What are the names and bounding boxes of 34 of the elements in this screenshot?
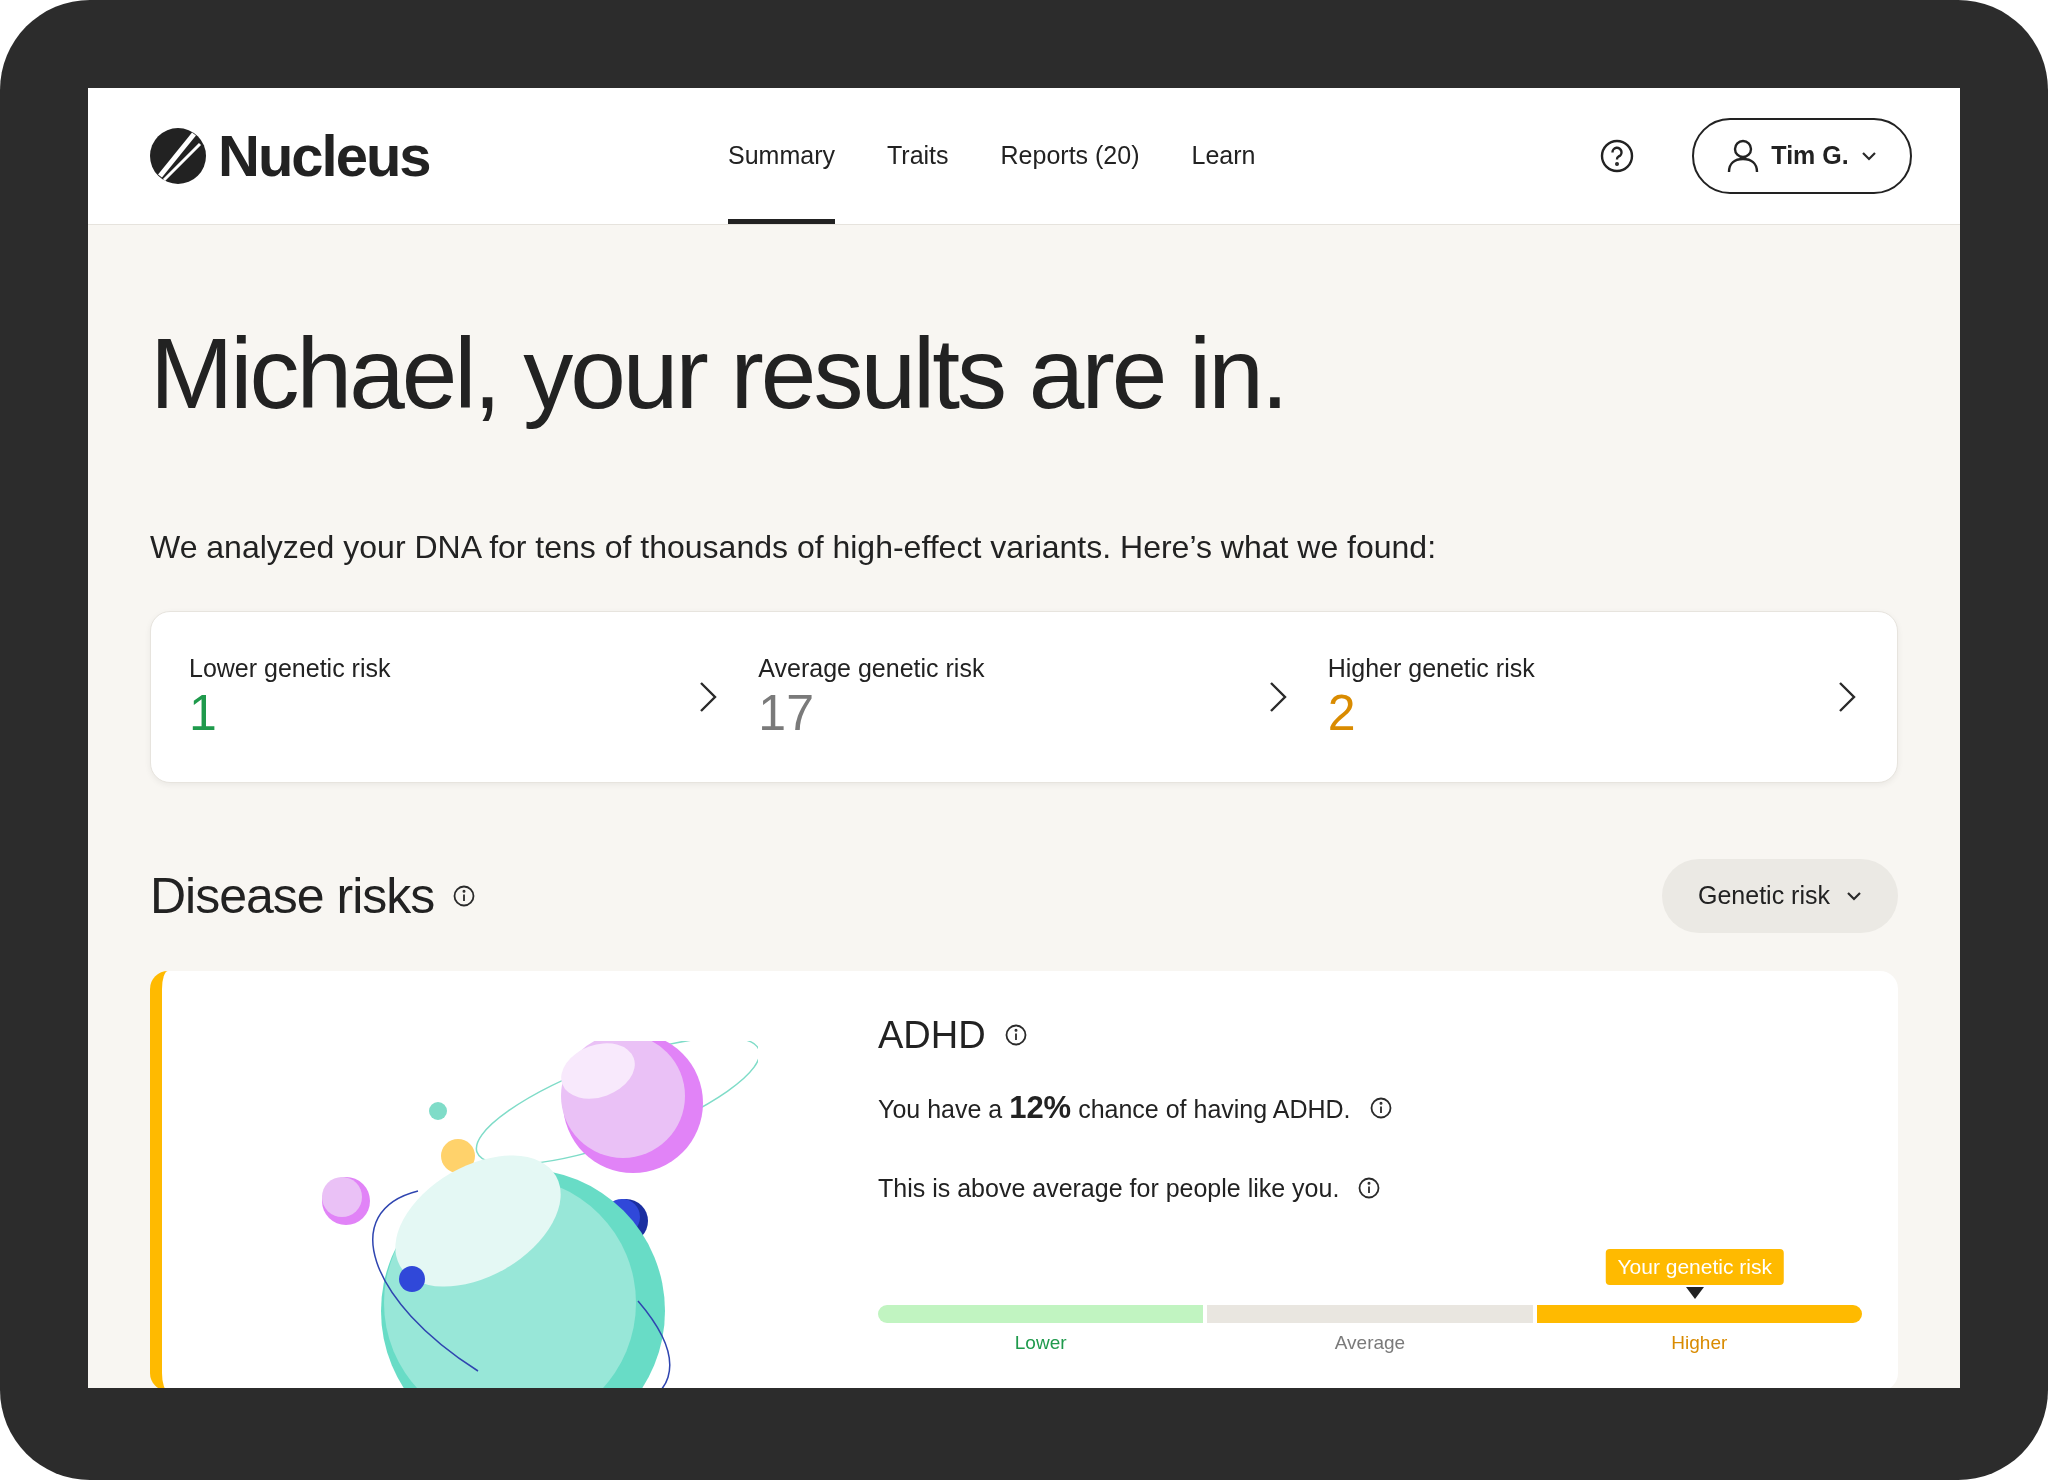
risk-count: 2 [1327,684,1357,742]
section-title: Disease risks [150,866,435,926]
nav-tab[interactable]: Summary [728,88,835,224]
result-title: ADHD [878,1012,986,1058]
caret-icon [1860,151,1877,161]
marker-label: Your genetic risk [1605,1249,1784,1285]
risk-scale-label: Higher [1671,1331,1728,1355]
risk-category-label: Higher genetic risk [1327,653,1536,684]
info-icon[interactable] [1357,1176,1382,1201]
risk-scale-label: Average [1334,1331,1406,1355]
chevron-right-icon[interactable] [1837,680,1857,714]
chevron-right-icon[interactable] [1267,680,1288,714]
nav-tab[interactable]: Reports (20) [1000,88,1140,224]
risk-count: 17 [758,684,815,742]
user-icon [1727,139,1760,173]
risk-filter-dropdown[interactable]: Genetic risk [1662,859,1898,933]
risk-category-label: Lower genetic risk [189,653,392,684]
help-icon[interactable] [1600,139,1634,173]
info-icon[interactable] [452,884,477,908]
logo-icon [150,128,206,184]
caret-icon [1846,891,1862,901]
risk-count: 1 [189,684,218,742]
info-icon[interactable] [1368,1096,1393,1121]
info-icon[interactable] [1003,1023,1028,1047]
chevron-right-icon[interactable] [698,680,719,714]
comparison-text: This is above average for people like you. [878,1172,1340,1204]
risk-category-label: Average genetic risk [758,653,986,684]
risk-scale-label: Lower [1014,1331,1067,1355]
nav-tab[interactable]: Traits [886,88,949,224]
user-menu-button[interactable]: Tim G. [1692,118,1912,194]
chance-text: You have a 12% chance of having ADHD. [878,1089,1351,1127]
logo-text: Nucleus [218,127,430,185]
intro-text: We analyzed your DNA for tens of thousands of high-effect variants. Here’s what we found: [150,528,1438,567]
nav-tab[interactable]: Learn [1191,88,1256,224]
